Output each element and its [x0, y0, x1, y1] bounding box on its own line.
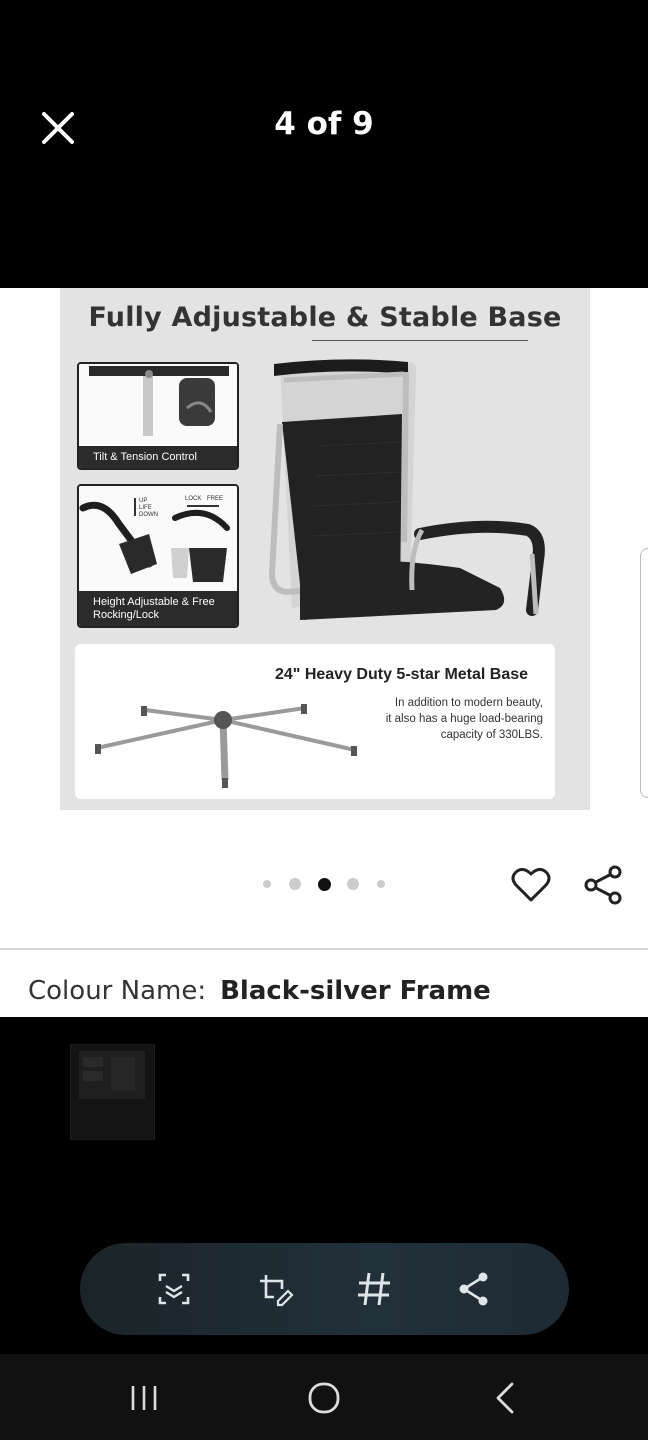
metal-base-callout: 24" Heavy Duty 5-star Metal Base In addi…	[75, 644, 555, 799]
tag-lift: LIFE	[139, 505, 152, 511]
share-icon[interactable]	[582, 864, 624, 906]
carousel-dot[interactable]	[289, 878, 301, 890]
section-divider	[0, 948, 648, 950]
callout-height-caption-line1: Height Adjustable & Free	[93, 596, 215, 608]
image-counter: 4 of 9	[274, 106, 374, 142]
next-image-peek[interactable]	[640, 548, 648, 798]
metal-base-title: 24" Heavy Duty 5-star Metal Base	[275, 666, 529, 683]
recents-icon[interactable]	[122, 1376, 166, 1420]
tag-up: UP	[139, 498, 147, 504]
metal-base-desc-line3: capacity of 330LBS.	[440, 729, 543, 741]
carousel-dot[interactable]	[263, 880, 271, 888]
image-actions-toolbar	[80, 1243, 569, 1335]
colour-name-row: Colour Name: Black-silver Frame	[28, 976, 491, 1006]
product-image[interactable]: Fully Adjustable & Stable Base Tilt & Te…	[60, 288, 590, 810]
callout-height-caption: Height Adjustable & Free Rocking/Lock	[79, 591, 237, 626]
tilt-mechanism-illustration	[79, 364, 237, 444]
share-icon[interactable]	[452, 1267, 496, 1311]
hashtag-icon[interactable]	[352, 1267, 396, 1311]
screenshot-panel: Fully Adjustable & Stable Base Tilt & Te…	[0, 288, 648, 1017]
colour-name-value: Black-silver Frame	[220, 976, 491, 1006]
thumbnail-image	[79, 1051, 145, 1099]
carousel-dot-active[interactable]	[318, 878, 331, 891]
product-thumbnail[interactable]	[70, 1044, 155, 1140]
home-icon[interactable]	[302, 1376, 346, 1420]
callout-tilt-caption: Tilt & Tension Control	[79, 446, 237, 468]
callout-height-caption-line2: Rocking/Lock	[93, 609, 160, 621]
tag-down: DOWN	[139, 512, 158, 518]
office-chair-illustration	[268, 359, 545, 620]
back-icon[interactable]	[484, 1376, 528, 1420]
metal-base-desc-line1: In addition to modern beauty,	[394, 697, 543, 709]
height-lever-illustration: UP LIFE DOWN LOCK FREE	[79, 486, 237, 598]
metal-base-desc-line2: it also has a huge load-bearing	[385, 713, 543, 725]
heart-icon[interactable]	[510, 864, 552, 906]
callout-height-adjustable: UP LIFE DOWN LOCK FREE Height Adjustable…	[77, 484, 239, 628]
title-underline	[312, 340, 528, 341]
edit-crop-icon[interactable]	[252, 1267, 296, 1311]
carousel-dot[interactable]	[347, 878, 359, 890]
tag-lock: LOCK	[185, 496, 201, 502]
metal-base-description: In addition to modern beauty, it also ha…	[275, 695, 543, 743]
product-image-title: Fully Adjustable & Stable Base	[88, 302, 562, 333]
colour-name-label: Colour Name:	[28, 976, 207, 1006]
tag-free: FREE	[207, 496, 223, 502]
callout-tilt-tension: Tilt & Tension Control	[77, 362, 239, 470]
viewer-header: 4 of 9	[0, 0, 648, 288]
scan-text-icon[interactable]	[152, 1267, 196, 1311]
carousel-dot[interactable]	[377, 880, 385, 888]
system-navigation-bar	[0, 1354, 648, 1440]
